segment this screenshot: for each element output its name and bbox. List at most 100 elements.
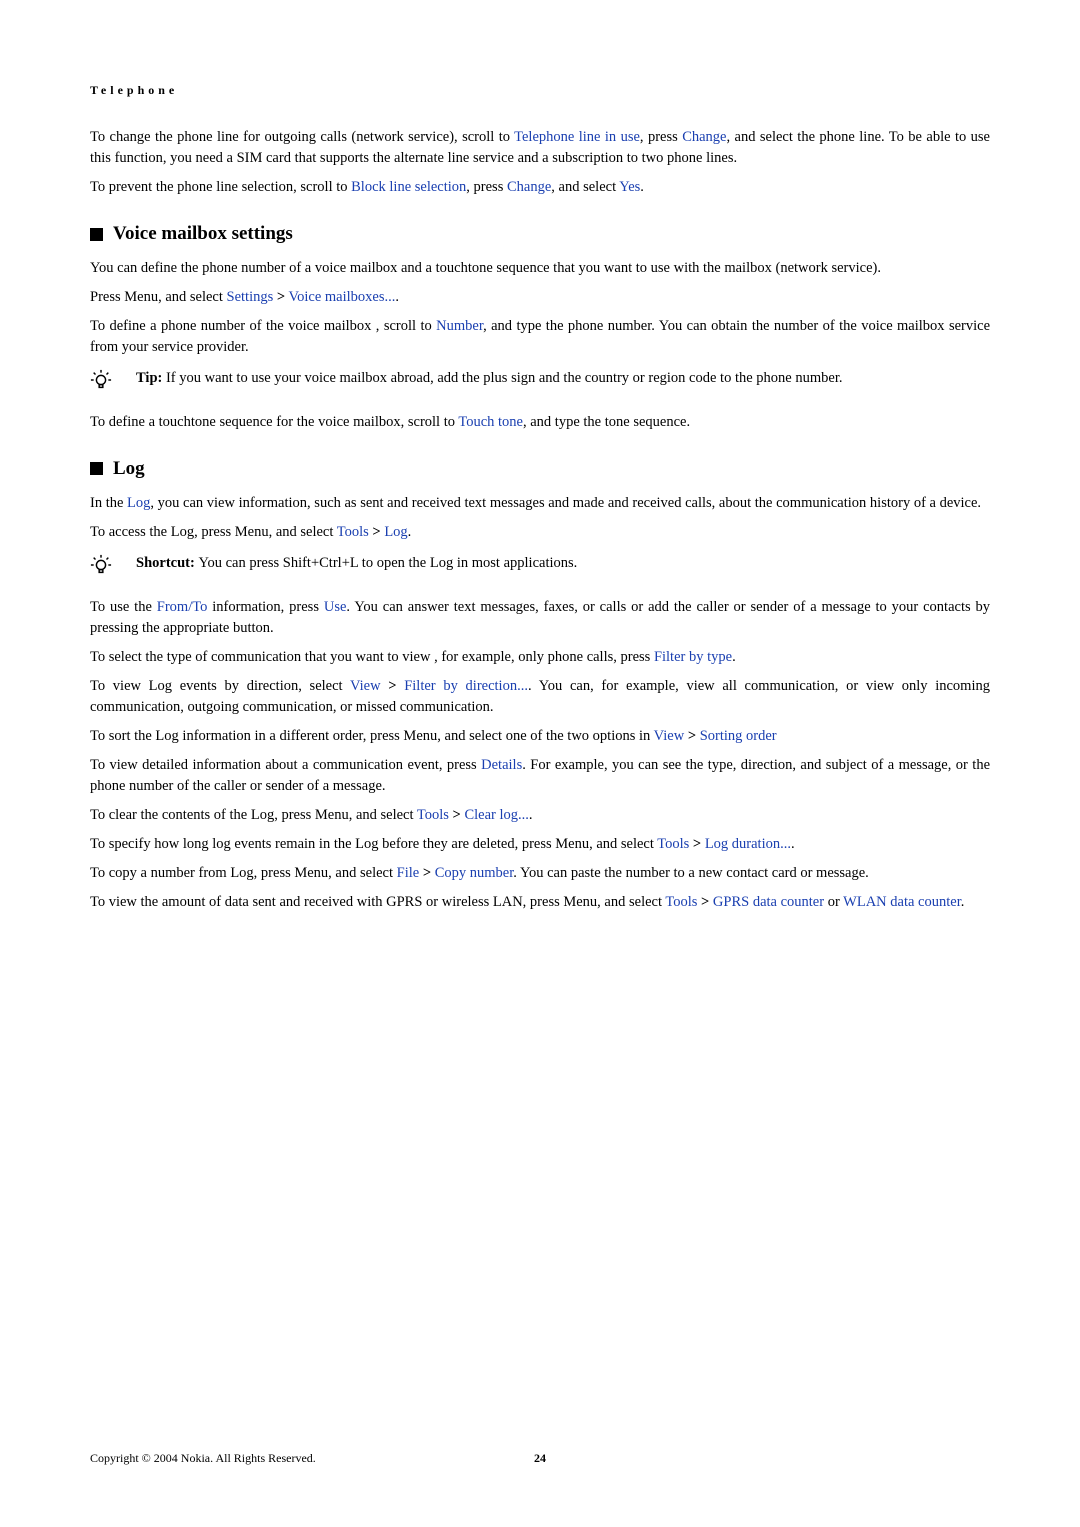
text: , press [466,179,507,195]
text: To view the amount of data sent and rece… [90,894,665,910]
tip-body: If you want to use your voice mailbox ab… [166,370,843,386]
para-copy-number: To copy a number from Log, press Menu, a… [90,863,990,884]
link-change: Change [507,179,551,195]
shortcut-text: Shortcut: You can press Shift+Ctrl+L to … [136,553,990,574]
chevron-icon: > [388,678,396,694]
para-sorting: To sort the Log information in a differe… [90,726,990,747]
text: . [961,894,965,910]
link-clear-log: Clear log... [464,807,528,823]
chevron-icon: > [693,836,701,852]
text: To select the type of communication that… [90,649,654,665]
para-mailbox-number: To define a phone number of the voice ma… [90,316,990,358]
page-footer: Copyright © 2004 Nokia. All Rights Reser… [90,1450,990,1467]
text: To change the phone line for outgoing ca… [90,129,514,145]
para-clear-log: To clear the contents of the Log, press … [90,805,990,826]
link-number: Number [436,318,483,334]
lightbulb-icon [90,369,112,398]
link-copy-number: Copy number [435,865,514,881]
link-log: Log [384,524,407,540]
para-filter-type: To select the type of communication that… [90,647,990,668]
text: . [395,289,399,305]
para-phone-line-change: To change the phone line for outgoing ca… [90,127,990,169]
link-wlan-counter: WLAN data counter [843,894,961,910]
text: In the [90,495,127,511]
chevron-icon: > [688,728,696,744]
link-touch-tone: Touch tone [458,414,523,430]
link-gprs-counter: GPRS data counter [713,894,824,910]
text: To specify how long log events remain in… [90,836,657,852]
page-number: 24 [534,1450,546,1467]
text: , press [640,129,682,145]
text: . You can paste the number to a new cont… [513,865,869,881]
text: To clear the contents of the Log, press … [90,807,417,823]
chevron-icon: > [372,524,380,540]
link-voice-mailboxes: Voice mailboxes... [289,289,396,305]
link-block-line-selection: Block line selection [351,179,466,195]
text: To access the Log, press Menu, and selec… [90,524,337,540]
link-settings: Settings [227,289,274,305]
square-bullet-icon [90,228,103,241]
para-data-counter: To view the amount of data sent and rece… [90,892,990,913]
text: , and select [551,179,619,195]
text: . [408,524,412,540]
para-mailbox-menu: Press Menu, and select Settings > Voice … [90,287,990,308]
shortcut-log: Shortcut: You can press Shift+Ctrl+L to … [90,553,990,583]
running-head: Telephone [90,82,990,99]
link-filter-by-type: Filter by type [654,649,732,665]
para-from-to: To use the From/To information, press Us… [90,597,990,639]
para-log-intro: In the Log, you can view information, su… [90,493,990,514]
link-yes: Yes [619,179,640,195]
link-view: View [654,728,685,744]
link-filter-by-direction: Filter by direction... [404,678,528,694]
text: To use the [90,599,157,615]
text: To copy a number from Log, press Menu, a… [90,865,397,881]
chevron-icon: > [423,865,431,881]
link-change: Change [682,129,726,145]
shortcut-body: You can press Shift+Ctrl+L to open the L… [198,555,577,571]
heading-text: Voice mailbox settings [113,220,293,248]
heading-log: Log [90,455,990,483]
tip-label: Tip: [136,370,166,386]
heading-voice-mailbox: Voice mailbox settings [90,220,990,248]
text: , you can view information, such as sent… [150,495,981,511]
tip-voice-mailbox: Tip: If you want to use your voice mailb… [90,368,990,398]
para-mailbox-intro: You can define the phone number of a voi… [90,258,990,279]
chevron-icon: > [277,289,285,305]
para-filter-direction: To view Log events by direction, select … [90,676,990,718]
text: . [791,836,795,852]
link-use: Use [324,599,347,615]
text: To view Log events by direction, select [90,678,350,694]
link-sorting-order: Sorting order [700,728,777,744]
text: To prevent the phone line selection, scr… [90,179,351,195]
text: . [640,179,644,195]
lightbulb-icon [90,554,112,583]
link-from-to: From/To [157,599,208,615]
link-log-duration: Log duration... [705,836,791,852]
link-log: Log [127,495,150,511]
heading-text: Log [113,455,145,483]
para-log-duration: To specify how long log events remain in… [90,834,990,855]
link-tools: Tools [665,894,697,910]
tip-text: Tip: If you want to use your voice mailb… [136,368,990,389]
link-telephone-line-in-use: Telephone line in use [514,129,640,145]
link-details: Details [481,757,522,773]
text: . [529,807,533,823]
text: To define a phone number of the voice ma… [90,318,436,334]
link-file: File [397,865,420,881]
para-touch-tone: To define a touchtone sequence for the v… [90,412,990,433]
text: information, press [207,599,324,615]
chevron-icon: > [453,807,461,823]
link-tools: Tools [417,807,449,823]
copyright-text: Copyright © 2004 Nokia. All Rights Reser… [90,1450,316,1467]
text: To sort the Log information in a differe… [90,728,654,744]
link-tools: Tools [337,524,369,540]
text: . [732,649,736,665]
text: To define a touchtone sequence for the v… [90,414,458,430]
text: To view detailed information about a com… [90,757,481,773]
chevron-icon: > [701,894,709,910]
link-view: View [350,678,381,694]
text: Press Menu, and select [90,289,227,305]
para-log-access: To access the Log, press Menu, and selec… [90,522,990,543]
text: , and type the tone sequence. [523,414,690,430]
para-details: To view detailed information about a com… [90,755,990,797]
